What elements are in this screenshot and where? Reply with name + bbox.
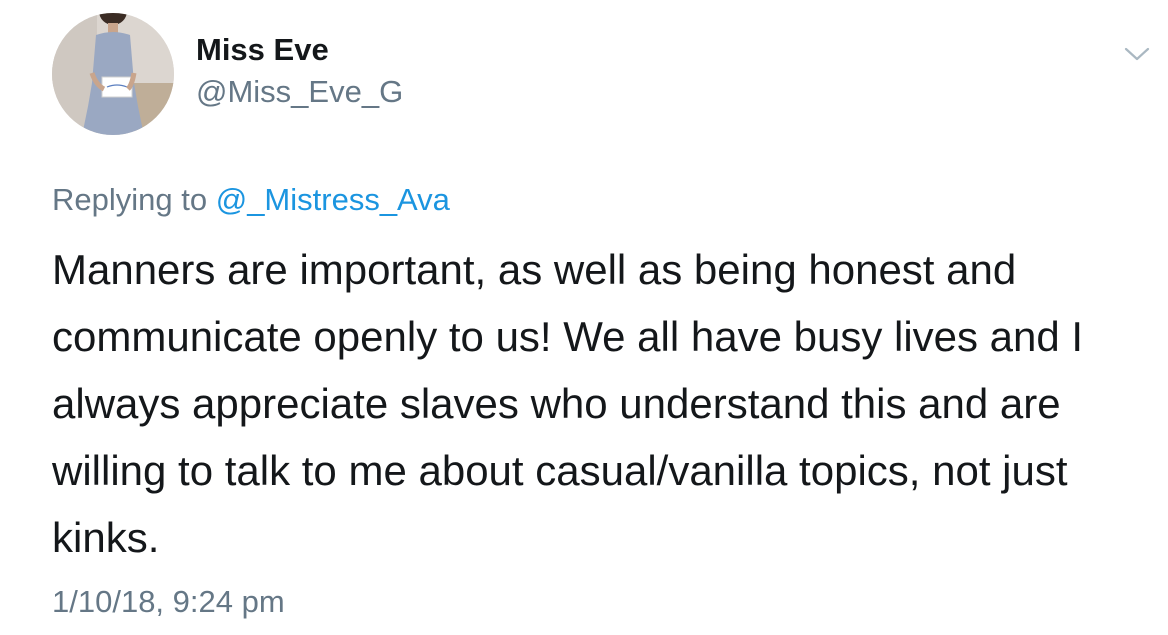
chevron-down-icon[interactable] xyxy=(1122,44,1152,64)
tweet: Miss Eve @Miss_Eve_G Replying to @_Mistr… xyxy=(0,0,1168,635)
avatar[interactable] xyxy=(52,13,174,135)
replying-to-label: Replying to xyxy=(52,182,208,217)
username-handle[interactable]: @Miss_Eve_G xyxy=(196,74,403,110)
timestamp[interactable]: 1/10/18, 9:24 pm xyxy=(52,584,285,620)
replying-to: Replying to @_Mistress_Ava xyxy=(52,182,450,218)
tweet-text-line: Manners are important, as well as being … xyxy=(52,246,1017,293)
avatar-photo xyxy=(52,13,174,135)
tweet-text-line: communicate openly to us! We all have bu… xyxy=(52,313,1084,360)
tweet-text-line: always appreciate slaves who understand … xyxy=(52,380,1061,427)
display-name[interactable]: Miss Eve xyxy=(196,32,329,68)
tweet-text: Manners are important, as well as being … xyxy=(52,236,1142,571)
tweet-text-line: kinks. xyxy=(52,514,160,561)
mention-link[interactable]: @_Mistress_Ava xyxy=(216,182,450,217)
tweet-text-line: willing to talk to me about casual/vanil… xyxy=(52,447,1068,494)
